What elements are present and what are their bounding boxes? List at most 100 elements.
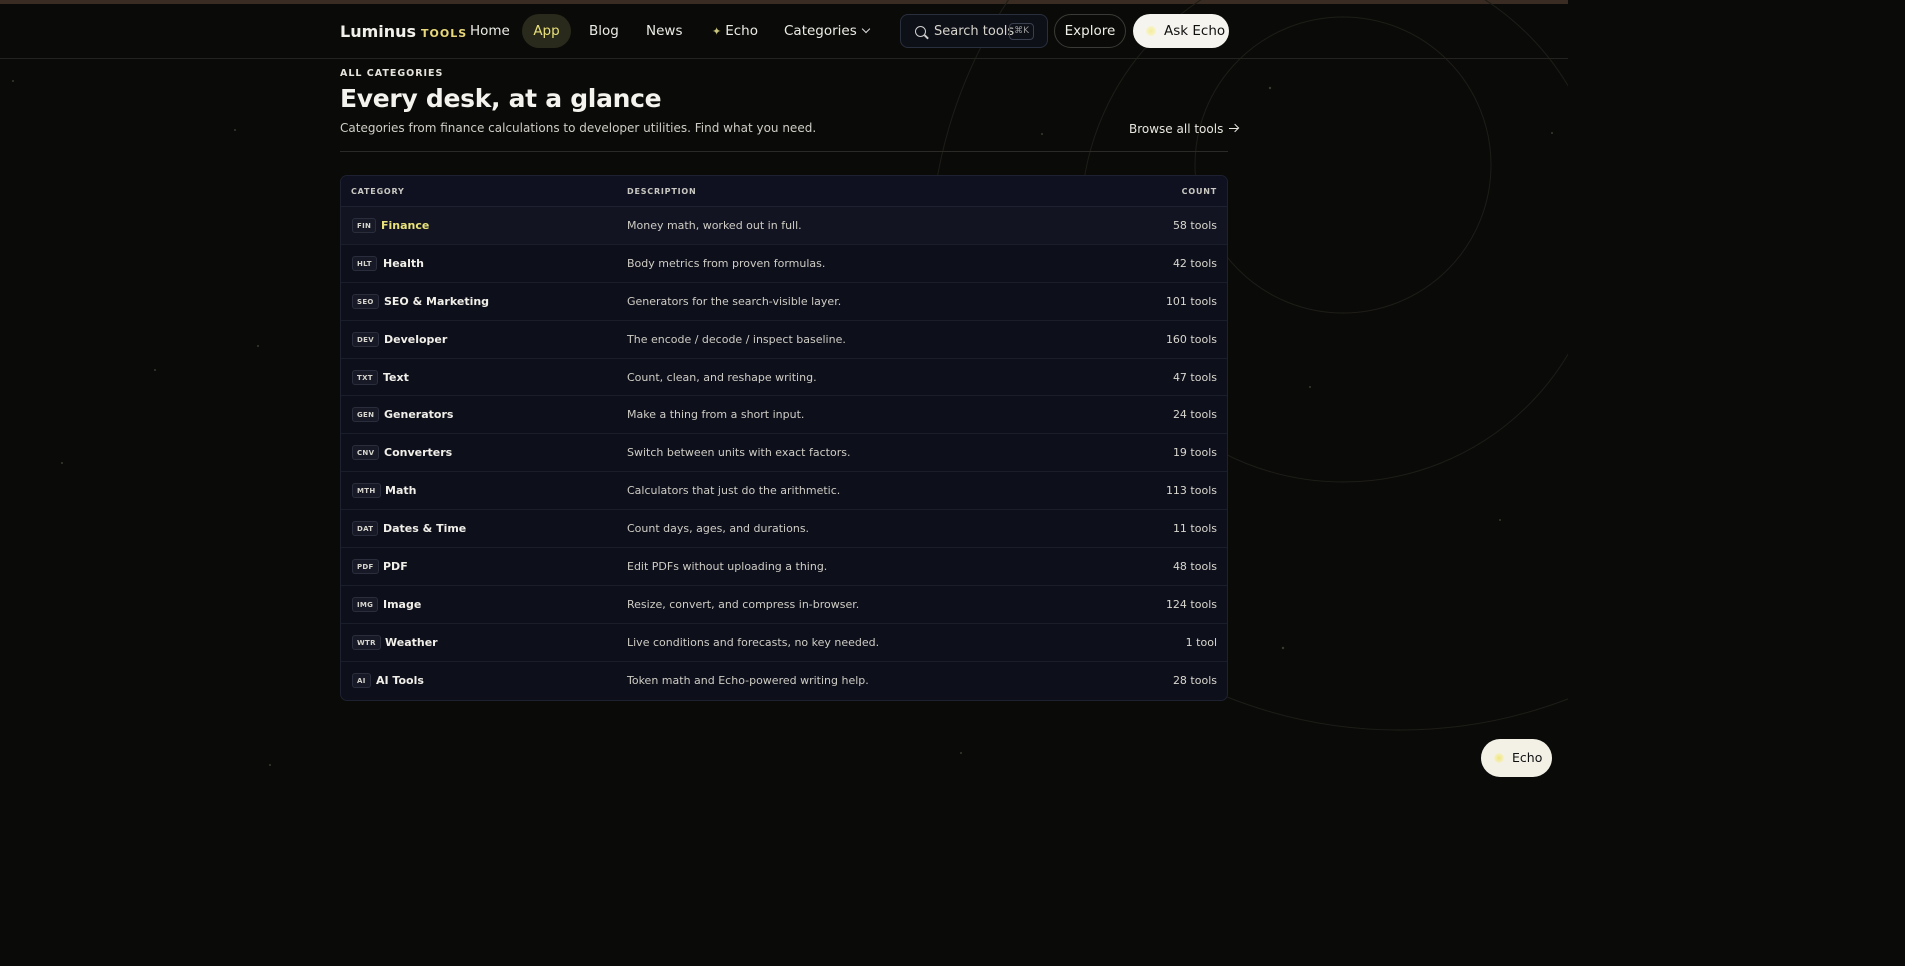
category-name: Math [385,484,417,498]
nav-echo-label: Echo [725,23,758,39]
nav-categories-dropdown[interactable]: Categories [772,14,881,48]
category-code-badge: SEO [352,293,379,309]
category-count: 47 tools [1172,370,1217,384]
table-row[interactable]: DEV Developer The encode / decode / insp… [341,321,1227,359]
category-description: Live conditions and forecasts, no key ne… [627,635,880,649]
arrow-right-icon [1229,124,1239,133]
category-code-badge: MTH [352,483,381,499]
spark-icon: ✦ [712,25,722,38]
category-name: Image [383,597,422,611]
category-name: Developer [384,332,448,346]
category-description: Make a thing from a short input. [627,408,805,422]
table-row[interactable]: SEO SEO & Marketing Generators for the s… [341,283,1227,321]
category-name: Dates & Time [383,522,467,536]
search-tools-button[interactable]: Search tools ⌘K [900,14,1048,48]
column-header-category: CATEGORY [351,187,405,196]
nav-app[interactable]: App [522,14,571,48]
table-row[interactable]: IMG Image Resize, convert, and compress … [341,586,1227,624]
category-description: Resize, convert, and compress in-browser… [627,597,860,611]
table-row[interactable]: GEN Generators Make a thing from a short… [341,396,1227,435]
category-count: 58 tools [1172,219,1217,232]
category-code-badge: TXT [352,369,378,385]
category-count: 19 tools [1172,446,1217,460]
nav-echo[interactable]: ✦ Echo [700,14,770,48]
page-subtitle: Categories from finance calculations to … [340,121,817,135]
category-name: AI Tools [376,673,424,687]
category-name: Weather [385,635,438,649]
ask-echo-label: Ask Echo [1164,23,1226,39]
table-row[interactable]: WTR Weather Live conditions and forecast… [341,624,1227,662]
category-code-badge: HLT [352,255,377,271]
category-description: Count days, ages, and durations. [627,522,810,536]
chevron-down-icon [861,24,871,34]
floating-echo-label: Echo [1512,750,1543,765]
categories-table: CATEGORY DESCRIPTION COUNT FIN Finance M… [340,175,1228,701]
category-description: Count, clean, and reshape writing. [627,370,817,384]
category-description: Edit PDFs without uploading a thing. [627,560,828,574]
category-code-badge: IMG [352,596,379,612]
category-count: 48 tools [1172,560,1217,574]
nav-home[interactable]: Home [458,14,522,48]
category-name: SEO & Marketing [384,294,490,308]
browse-all-tools-label: Browse all tools [1129,122,1224,136]
table-row[interactable]: HLT Health Body metrics from proven form… [341,245,1227,283]
nav-blog[interactable]: Blog [577,14,631,48]
search-icon [915,25,926,37]
category-code-badge: CNV [352,445,380,461]
category-code-badge: PDF [352,559,379,575]
browse-all-tools-link[interactable]: Browse all tools [1129,122,1239,136]
nav-categories-label: Categories [784,23,857,39]
category-code-badge: DEV [352,331,379,347]
table-row[interactable]: TXT Text Count, clean, and reshape writi… [341,359,1227,397]
category-name: Finance [381,219,430,232]
table-row[interactable]: PDF PDF Edit PDFs without uploading a th… [341,548,1227,586]
category-count: 113 tools [1165,484,1217,498]
keyboard-shortcut-badge: ⌘K [1009,23,1034,40]
category-code-badge: WTR [352,634,381,650]
table-row[interactable]: AI AI Tools Token math and Echo-powered … [341,662,1227,700]
echo-glow-icon [1146,26,1156,36]
category-name: Text [383,370,409,384]
category-code-badge: DAT [352,521,379,537]
table-row[interactable]: FIN Finance Money math, worked out in fu… [341,207,1227,245]
category-description: Body metrics from proven formulas. [627,256,826,270]
category-count: 124 tools [1165,597,1217,611]
search-placeholder: Search tools [934,23,1015,39]
brand-name: Luminus [340,22,417,41]
table-row[interactable]: MTH Math Calculators that just do the ar… [341,472,1227,511]
category-name: Generators [384,408,454,422]
column-header-count: COUNT [1181,187,1217,196]
floating-echo-button[interactable]: Echo [1481,739,1552,777]
nav-news[interactable]: News [634,14,694,48]
brand-logo[interactable]: Luminus TOOLS [340,22,467,41]
category-name: PDF [383,560,408,574]
explore-button[interactable]: Explore [1054,14,1126,48]
category-count: 24 tools [1172,408,1217,422]
section-eyebrow: ALL CATEGORIES [340,68,444,79]
ask-echo-button[interactable]: Ask Echo [1133,14,1229,48]
page-title: Every desk, at a glance [340,84,662,113]
category-code-badge: GEN [352,407,380,423]
category-code-badge: AI [352,672,371,688]
category-description: Switch between units with exact factors. [627,446,851,460]
category-name: Health [383,256,424,270]
category-description: The encode / decode / inspect baseline. [627,332,846,346]
category-count: 101 tools [1165,294,1217,308]
category-code-badge: FIN [352,218,377,233]
category-count: 1 tool [1185,635,1217,649]
category-count: 28 tools [1172,673,1217,687]
table-row[interactable]: DAT Dates & Time Count days, ages, and d… [341,510,1227,549]
table-row[interactable]: CNV Converters Switch between units with… [341,434,1227,473]
category-count: 42 tools [1172,256,1217,270]
category-count: 11 tools [1172,522,1217,536]
category-count: 160 tools [1165,332,1217,346]
category-name: Converters [384,446,453,460]
section-divider [340,151,1228,152]
category-description: Money math, worked out in full. [627,219,802,232]
category-description: Calculators that just do the arithmetic. [627,484,841,498]
category-description: Token math and Echo-powered writing help… [627,673,869,687]
table-header: CATEGORY DESCRIPTION COUNT [341,176,1227,207]
column-header-description: DESCRIPTION [627,187,697,196]
top-navigation-bar: Luminus TOOLS Home App Blog News ✦ Echo C… [0,4,1568,59]
category-description: Generators for the search-visible layer. [627,294,842,308]
